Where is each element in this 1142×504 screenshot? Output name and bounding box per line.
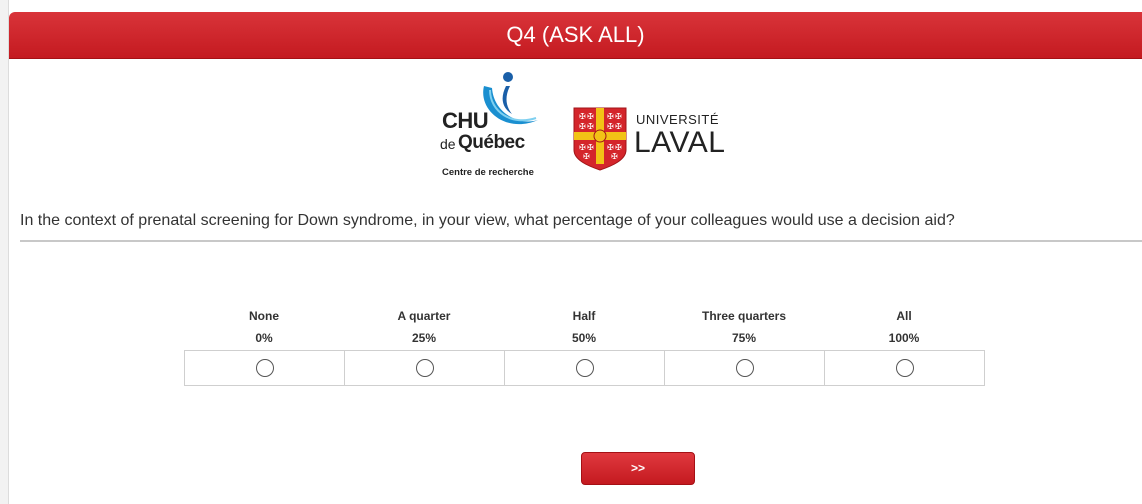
percentage-scale: None 0% A quarter 25% Half 50% Three qua… [184,306,985,386]
scale-header-all: All 100% [824,306,984,350]
scale-cell-a-quarter[interactable] [345,351,505,385]
svg-text:✠: ✠ [615,112,622,121]
scale-option-label: All [896,309,912,323]
scale-headers: None 0% A quarter 25% Half 50% Three qua… [184,306,985,350]
scale-option-percent: 100% [888,331,920,345]
scale-cell-half[interactable] [505,351,665,385]
left-border [0,0,9,504]
question-divider [20,240,1142,242]
svg-text:✠: ✠ [607,143,614,152]
svg-text:✠: ✠ [587,112,594,121]
scale-option-label: A quarter [397,309,451,323]
laval-shield-icon: ✠ ✠ ✠ ✠ ✠ ✠ ✠ ✠ ✠ ✠ ✠ ✠ ✠ ✠ [573,107,627,171]
radio-a-quarter[interactable] [415,359,434,377]
chu-logo-subtitle: Centre de recherche [442,167,534,178]
laval-logo-name-text: LAVAL [634,126,726,159]
scale-radio-row [184,350,985,386]
scale-cell-none[interactable] [185,351,345,385]
question-text: In the context of prenatal screening for… [20,212,955,229]
scale-option-percent: 50% [571,331,597,345]
radio-all[interactable] [895,359,914,377]
logos-area: CHU de Québec Centre de recherche ✠ ✠ ✠ … [436,68,736,184]
chu-quebec-logo: CHU de Québec Centre de recherche [436,68,548,184]
scale-header-none: None 0% [184,306,344,350]
svg-text:✠: ✠ [611,152,618,161]
chu-logo-text: CHU [442,108,489,133]
scale-option-percent: 25% [411,331,437,345]
scale-header-a-quarter: A quarter 25% [344,306,504,350]
scale-cell-all[interactable] [825,351,984,385]
question-header: Q4 (ASK ALL) [9,12,1142,59]
svg-text:✠: ✠ [587,122,594,131]
scale-option-label: Three quarters [701,309,787,323]
radio-none[interactable] [255,359,274,377]
svg-text:✠: ✠ [579,143,586,152]
svg-text:✠: ✠ [579,122,586,131]
next-button[interactable]: >> [581,452,695,485]
scale-option-label: Half [572,309,596,323]
scale-header-half: Half 50% [504,306,664,350]
svg-text:✠: ✠ [607,112,614,121]
radio-half[interactable] [575,359,594,377]
scale-header-three-quarters: Three quarters 75% [664,306,824,350]
laval-logo-universite-text: UNIVERSITÉ [636,112,720,127]
scale-option-label: None [249,309,279,323]
svg-text:✠: ✠ [583,152,590,161]
chu-logo-de-text: de [440,136,456,152]
svg-text:✠: ✠ [607,122,614,131]
svg-text:✠: ✠ [587,143,594,152]
svg-text:✠: ✠ [615,143,622,152]
svg-text:✠: ✠ [615,122,622,131]
survey-page: Q4 (ASK ALL) CHU de Québec Centre de rec… [0,0,1142,504]
scale-cell-three-quarters[interactable] [665,351,825,385]
scale-option-percent: 0% [255,331,273,345]
radio-three-quarters[interactable] [735,359,754,377]
scale-option-percent: 75% [731,331,757,345]
chu-logo-quebec-text: Québec [458,132,525,153]
svg-text:✠: ✠ [579,112,586,121]
universite-laval-logo: ✠ ✠ ✠ ✠ ✠ ✠ ✠ ✠ ✠ ✠ ✠ ✠ ✠ ✠ UNIVERSITÉ L… [572,106,736,172]
